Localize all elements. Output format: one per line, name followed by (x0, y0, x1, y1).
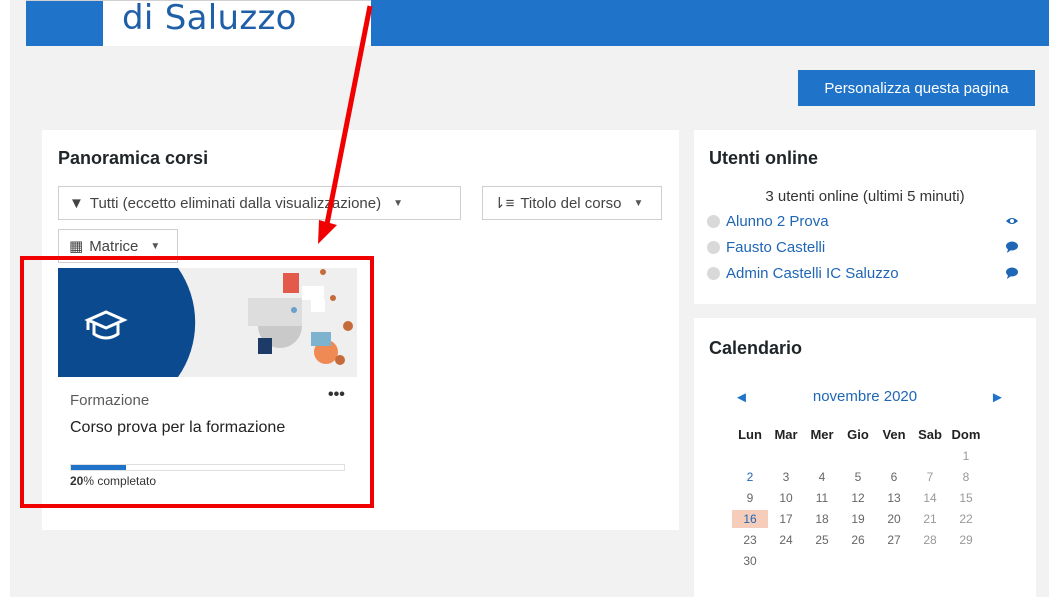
sort-dropdown[interactable]: ⇂≡ Titolo del corso ▼ (482, 186, 662, 220)
calendar-day[interactable]: 14 (912, 489, 948, 507)
calendar-day[interactable]: 10 (768, 489, 804, 507)
user-name-link[interactable]: Alunno 2 Prova (726, 213, 829, 230)
calendar-day[interactable]: 7 (912, 468, 948, 486)
calendar-day[interactable]: 8 (948, 468, 984, 486)
calendar-day[interactable]: 2 (732, 468, 768, 486)
online-users-title: Utenti online (709, 148, 818, 168)
calendar-month[interactable]: novembre 2020 (694, 388, 1036, 405)
calendar-week-row: 16 17 18 19 20 21 22 (732, 510, 1002, 528)
online-user-row[interactable]: Admin Castelli IC Saluzzo (707, 262, 1027, 284)
online-user-row[interactable]: Fausto Castelli (707, 236, 1027, 258)
calendar-day[interactable]: 13 (876, 489, 912, 507)
user-avatar-icon (707, 240, 720, 254)
calendar-day[interactable]: 17 (768, 510, 804, 528)
calendar-week-row: 23 24 25 26 27 28 29 (732, 531, 1002, 549)
online-users-block: Utenti online 3 utenti online (ultimi 5 … (694, 130, 1036, 304)
calendar-empty-cell (948, 552, 984, 570)
calendar-day[interactable]: 26 (840, 531, 876, 549)
chevron-down-icon: ▼ (633, 197, 644, 209)
weekday-label: Mar (774, 427, 798, 442)
filter-icon: ▼ (69, 194, 84, 212)
calendar-week-row: 2345678 (732, 468, 1002, 486)
message-icon[interactable] (1005, 266, 1019, 280)
calendar-empty-cell (840, 552, 876, 570)
calendar-empty-cell (768, 552, 804, 570)
calendar-day[interactable]: 28 (912, 531, 948, 549)
online-users-count: 3 utenti online (ultimi 5 minuti) (765, 188, 965, 205)
calendar-day[interactable]: 11 (804, 489, 840, 507)
calendar-day[interactable]: 16 (732, 510, 768, 528)
calendar-week-row: 30 (732, 552, 1002, 570)
user-avatar-icon (707, 214, 720, 228)
calendar-week-row: 9 10 11 12 13 14 15 (732, 489, 1002, 507)
message-icon[interactable] (1005, 240, 1019, 254)
eye-icon[interactable] (1005, 214, 1019, 228)
chevron-down-icon: ▼ (150, 240, 161, 252)
user-name-link[interactable]: Admin Castelli IC Saluzzo (726, 265, 899, 282)
calendar-day[interactable]: 19 (840, 510, 876, 528)
calendar-day[interactable]: 12 (840, 489, 876, 507)
filter-label: Tutti (eccetto eliminati dalla visualizz… (89, 194, 382, 212)
calendar-day[interactable]: 5 (840, 468, 876, 486)
weekday-label: Ven (882, 427, 906, 442)
calendar-empty-cell (804, 447, 840, 465)
calendar-week-row: 1 (732, 447, 1002, 465)
calendar-title: Calendario (709, 338, 803, 358)
calendar-empty-cell (912, 552, 948, 570)
calendar-day[interactable]: 9 (732, 489, 768, 507)
chevron-down-icon: ▼ (393, 197, 403, 209)
weekday-label: Mer (810, 427, 834, 442)
calendar-empty-cell (912, 447, 948, 465)
calendar-day[interactable]: 20 (876, 510, 912, 528)
calendar-day[interactable]: 29 (948, 531, 984, 549)
view-label: Matrice (89, 237, 139, 255)
sort-icon: ⇂≡ (493, 195, 515, 212)
calendar-day[interactable]: 27 (876, 531, 912, 549)
user-name-link[interactable]: Fausto Castelli (726, 239, 825, 256)
calendar-empty-cell (732, 447, 768, 465)
filter-dropdown[interactable]: ▼ Tutti (eccetto eliminati dalla visuali… (58, 186, 461, 220)
calendar-day[interactable]: 3 (768, 468, 804, 486)
calendar-empty-cell (804, 552, 840, 570)
sort-label: Titolo del corso (520, 194, 622, 212)
weekday-label: Gio (847, 427, 869, 442)
calendar-weekday-row: Lun Mar Mer Gio Ven Sab Dom (732, 426, 1002, 444)
user-avatar-icon (707, 266, 720, 280)
calendar-day[interactable]: 1 (948, 447, 984, 465)
weekday-label: Dom (951, 427, 981, 442)
calendar-day[interactable]: 25 (804, 531, 840, 549)
next-month-icon[interactable]: ► (990, 389, 1005, 406)
calendar-empty-cell (768, 447, 804, 465)
calendar-empty-cell (876, 552, 912, 570)
calendar-day[interactable]: 4 (804, 468, 840, 486)
calendar-day[interactable]: 15 (948, 489, 984, 507)
customize-page-button[interactable]: Personalizza questa pagina (798, 70, 1035, 106)
calendar-grid: Lun Mar Mer Gio Ven Sab Dom 1 2 3 4 5 6 7 8 9 10 11 12 13 14… (732, 426, 1002, 570)
calendar-day[interactable]: 23 (732, 531, 768, 549)
calendar-day[interactable]: 24 (768, 531, 804, 549)
calendar-day[interactable]: 21 (912, 510, 948, 528)
calendar-day[interactable]: 22 (948, 510, 984, 528)
grid-icon: ▦ (69, 238, 84, 255)
online-user-row[interactable]: Alunno 2 Prova (707, 210, 1027, 232)
weekday-label: Lun (738, 427, 762, 442)
calendar-empty-cell (876, 447, 912, 465)
weekday-label: Sab (918, 427, 942, 442)
highlight-box (20, 256, 374, 508)
calendar-block: Calendario ◄ novembre 2020 ► Lun Mar Mer Gi… (694, 318, 1036, 597)
site-title[interactable]: di Saluzzo (122, 0, 297, 38)
calendar-empty-cell (840, 447, 876, 465)
course-overview-title: Panoramica corsi (58, 148, 209, 168)
calendar-day[interactable]: 6 (876, 468, 912, 486)
calendar-day[interactable]: 18 (804, 510, 840, 528)
calendar-day[interactable]: 30 (732, 552, 768, 570)
